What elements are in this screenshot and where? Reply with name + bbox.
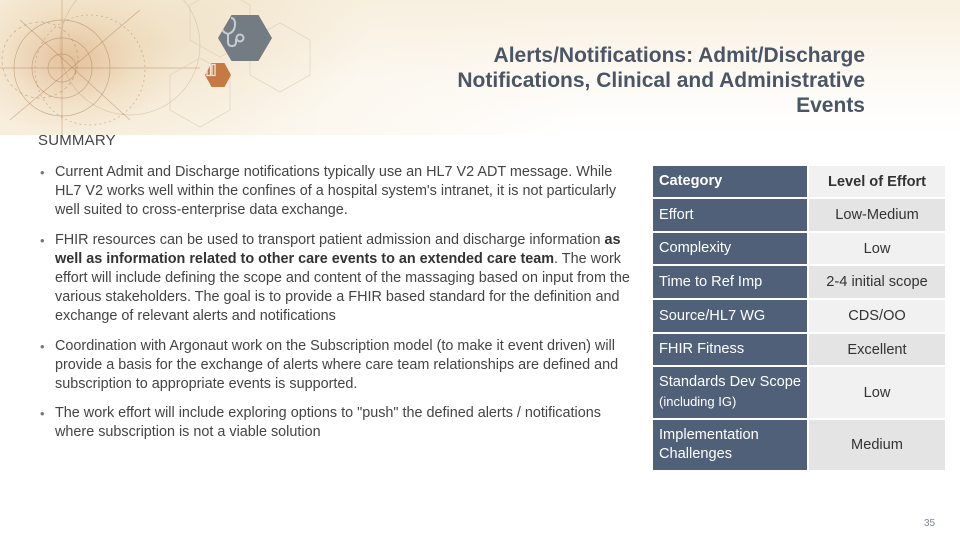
header-level-of-effort: Level of Effort [809,166,945,197]
row-category-text: Standards Dev Scope [659,374,801,390]
table-row: Implementation Challenges Medium [653,420,945,470]
bullet-text: Coordination with Argonaut work on the S… [55,337,619,393]
row-value: Medium [809,420,945,470]
table-row: Time to Ref Imp 2-4 initial scope [653,266,945,298]
row-value: Excellent [809,334,945,365]
bullet-dot-icon: • [40,406,45,422]
row-value: 2-4 initial scope [809,266,945,298]
summary-heading: SUMMARY [38,132,116,149]
row-value: Low [809,367,945,418]
table-header-row: Category Level of Effort [653,166,945,197]
table-row: Complexity Low [653,233,945,264]
row-category: FHIR Fitness [653,334,807,365]
bullet-dot-icon: • [40,338,45,354]
slide-title: Alerts/Notifications: Admit/Discharge No… [345,43,865,118]
table-row: Source/HL7 WG CDS/OO [653,300,945,332]
page-number: 35 [924,518,936,529]
bullet-text: FHIR resources can be used to transport … [55,231,605,248]
bullet-item: • FHIR resources can be used to transpor… [38,231,638,327]
row-category: Standards Dev Scope (including IG) [653,367,807,418]
title-line: Alerts/Notifications: Admit/Discharge [493,44,865,67]
summary-bullet-list: • Current Admit and Discharge notificati… [38,163,638,453]
table-row: Effort Low-Medium [653,199,945,231]
bullet-item: • The work effort will include exploring… [38,404,638,442]
row-category: Time to Ref Imp [653,266,807,298]
bullet-text: The work effort will include exploring o… [55,405,601,441]
bullet-dot-icon: • [40,165,45,180]
row-category-suffix: (including IG) [659,394,737,409]
row-category: Effort [653,199,807,231]
row-category: Source/HL7 WG [653,300,807,332]
title-line: Events [796,94,865,117]
table-row: Standards Dev Scope (including IG) Low [653,367,945,418]
header-category: Category [653,166,807,197]
bullet-dot-icon: • [40,232,45,248]
title-line: Notifications, Clinical and Administrati… [457,69,865,92]
row-category: Implementation Challenges [653,420,807,470]
row-value: Low-Medium [809,199,945,231]
table-row: FHIR Fitness Excellent [653,334,945,365]
row-value: Low [809,233,945,264]
row-value: CDS/OO [809,300,945,332]
bullet-item: • Coordination with Argonaut work on the… [38,337,638,395]
bullet-text: Current Admit and Discharge notification… [55,164,617,219]
row-category: Complexity [653,233,807,264]
bullet-item: • Current Admit and Discharge notificati… [38,163,638,221]
